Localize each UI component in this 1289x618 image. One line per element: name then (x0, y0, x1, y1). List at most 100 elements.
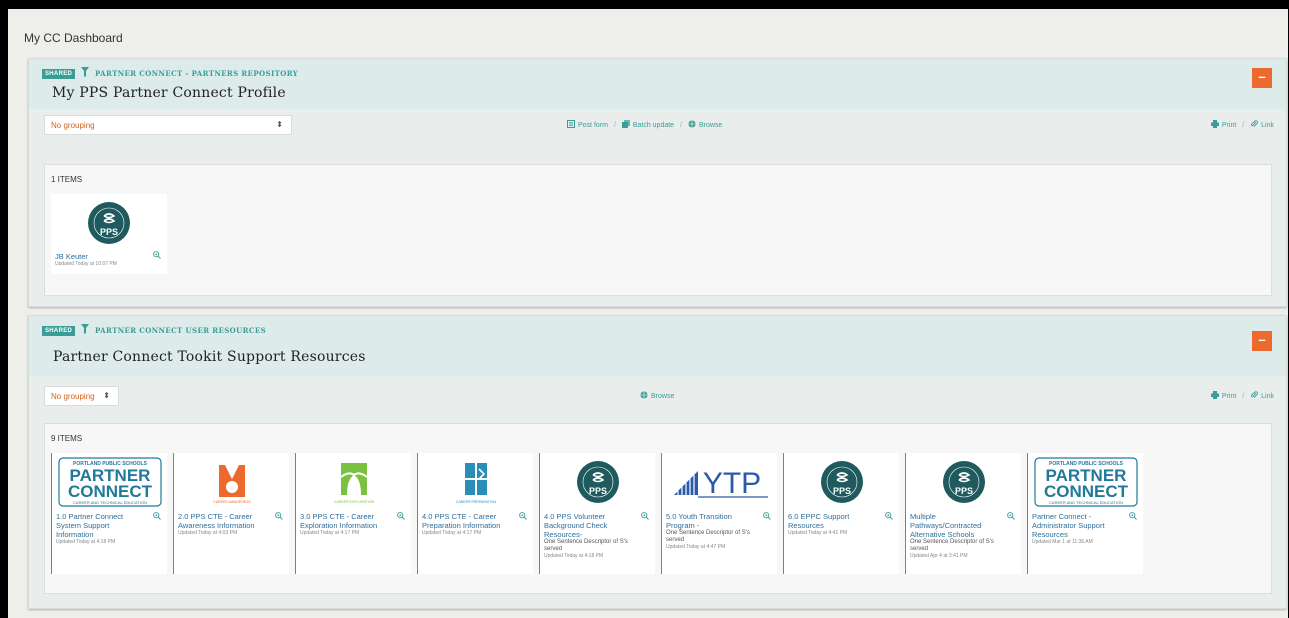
grouping-value: No grouping (51, 392, 95, 401)
svg-text:PPS: PPS (589, 486, 607, 496)
browse-link[interactable]: Browse (640, 391, 674, 400)
item-card[interactable]: CAREER AWARENESS 2.0 PPS CTE - Career Awa… (173, 453, 289, 574)
svg-text:CAREER AND TECHNICAL EDUCATION: CAREER AND TECHNICAL EDUCATION (1049, 500, 1123, 505)
item-card[interactable]: CAREER PREPARATION 4.0 PPS CTE - Career P… (417, 453, 533, 574)
card-updated: Updated Today at 4:41 PM (788, 530, 848, 536)
link-link[interactable]: Link (1250, 391, 1274, 400)
svg-text:CONNECT: CONNECT (1044, 482, 1129, 501)
grouping-select[interactable]: No grouping ⬍ (44, 386, 119, 406)
partner-connect-logo: PORTLAND PUBLIC SCHOOLSPARTNERCONNECTCAR… (1034, 457, 1138, 507)
card-description: One Sentence Descriptor of S's served (666, 530, 750, 543)
items-count: 1 ITEMS (51, 175, 83, 184)
card-image: PPS (57, 198, 161, 248)
filter-icon (81, 67, 89, 77)
panel-user-resources: SHARED PARTNER CONNECT USER RESOURCES Pa… (28, 315, 1287, 609)
card-title[interactable]: 5.0 Youth Transition Program - One Senten… (666, 512, 758, 551)
item-card[interactable]: PPS 6.0 EPPC Support Resources Updated Tod… (783, 453, 899, 574)
item-card[interactable]: PORTLAND PUBLIC SCHOOLS PARTNER CONNECT CAR… (51, 453, 167, 574)
collapse-button[interactable]: – (1252, 331, 1272, 351)
svg-text:YTP: YTP (703, 467, 761, 500)
panel-title: Partner Connect Tookit Support Resources (53, 349, 366, 365)
card-title[interactable]: 6.0 EPPC Support Resources Updated Today … (788, 512, 880, 537)
card-updated: Updated Mar 1 at 11:36 AM (1032, 539, 1093, 545)
select-caret-icon: ⬍ (276, 120, 283, 129)
card-description: One Sentence Descriptor of S's served (910, 539, 994, 552)
items-box: 1 ITEMS PPS JB Keuter Updated Today at 10… (44, 164, 1272, 296)
item-card[interactable]: PPS Multiple Pathways/Contracted Alternat… (905, 453, 1021, 574)
globe-icon (688, 120, 696, 128)
panel-title: My PPS Partner Connect Profile (52, 85, 286, 101)
card-updated: Updated Today at 4:17 PM (300, 530, 360, 536)
pps-seal-logo: PPS (943, 461, 985, 503)
card-image: CAREER PREPARATION (424, 457, 528, 507)
svg-text:CAREER PREPARATION: CAREER PREPARATION (456, 500, 497, 504)
grouping-value: No grouping (51, 121, 95, 130)
zoom-icon[interactable] (153, 512, 161, 520)
card-updated: Updated Today at 4:18 PM (544, 553, 604, 559)
card-updated: Updated Today at 4:17 PM (422, 530, 482, 536)
item-card[interactable]: PPS JB Keuter Updated Today at 10:07 PM (51, 194, 167, 274)
card-title[interactable]: Multiple Pathways/Contracted Alternative… (910, 512, 1002, 560)
shared-badge: SHARED (42, 69, 76, 79)
stack-icon (621, 120, 630, 128)
partner-connect-logo: PORTLAND PUBLIC SCHOOLSPARTNERCONNECTCAR… (58, 457, 162, 507)
card-image: PPS (546, 457, 650, 507)
svg-text:CAREER AWARENESS: CAREER AWARENESS (213, 500, 251, 504)
zoom-icon[interactable] (763, 512, 771, 520)
card-updated: Updated Today at 4:03 PM (178, 530, 238, 536)
print-link[interactable]: Print (1210, 120, 1236, 129)
link-link[interactable]: Link (1250, 120, 1274, 129)
zoom-icon[interactable] (1007, 512, 1015, 520)
zoom-icon[interactable] (1129, 512, 1137, 520)
card-updated: Updated Today at 4:47 PM (666, 544, 726, 550)
card-title[interactable]: 4.0 PPS CTE - Career Preparation Informa… (422, 512, 514, 537)
card-title[interactable]: JB Keuter Updated Today at 10:07 PM (55, 252, 147, 268)
item-card[interactable]: PPS 4.0 PPS Volunteer Background Check Re… (539, 453, 655, 574)
svg-text:CONNECT: CONNECT (68, 482, 153, 501)
zoom-icon[interactable] (519, 512, 527, 520)
items-count: 9 ITEMS (51, 434, 83, 443)
repository-link[interactable]: PARTNER CONNECT USER RESOURCES (95, 326, 266, 335)
card-title[interactable]: 2.0 PPS CTE - Career Awareness Informati… (178, 512, 270, 537)
browse-link[interactable]: Browse (688, 120, 722, 129)
panel-header: SHARED PARTNER CONNECT - PARTNERS REPOSI… (29, 59, 1286, 109)
dashboard-title: My CC Dashboard (24, 31, 123, 45)
pps-seal-logo: PPS (88, 202, 130, 244)
collapse-button[interactable]: – (1252, 68, 1272, 88)
card-description: One Sentence Descriptor of S's served (544, 539, 628, 552)
card-title[interactable]: 4.0 PPS Volunteer Background Check Resou… (544, 512, 636, 560)
card-image: PPS (790, 457, 894, 507)
batch-update-link[interactable]: Batch update (621, 120, 674, 129)
zoom-icon[interactable] (275, 512, 283, 520)
dashboard-frame: My CC Dashboard SHARED PARTNER CONNECT -… (8, 9, 1288, 618)
card-image: YTP (668, 457, 772, 507)
toolbar-right-actions: Print / Link (1210, 391, 1274, 400)
pps-seal-logo: PPS (821, 461, 863, 503)
repository-link[interactable]: PARTNER CONNECT - PARTNERS REPOSITORY (95, 69, 298, 78)
card-title[interactable]: Partner Connect - Administrator Support … (1032, 512, 1124, 546)
item-card[interactable]: CAREER EXPLORATION 3.0 PPS CTE - Career E… (295, 453, 411, 574)
post-form-link[interactable]: Post form (567, 120, 608, 129)
pps-seal-logo: PPS (577, 461, 619, 503)
item-card[interactable]: PORTLAND PUBLIC SCHOOLS PARTNER CONNECT CAR… (1027, 453, 1143, 574)
panel-partner-profile: SHARED PARTNER CONNECT - PARTNERS REPOSI… (28, 58, 1287, 307)
career-exploration-logo: CAREER EXPLORATION (334, 463, 375, 504)
card-title[interactable]: 1.0 Partner Connect System Support Infor… (56, 512, 148, 546)
paperclip-icon (1251, 391, 1259, 398)
zoom-icon[interactable] (397, 512, 405, 520)
shared-badge: SHARED (42, 326, 76, 336)
zoom-icon[interactable] (641, 512, 649, 520)
card-updated: Updated Today at 4:18 PM (56, 539, 116, 545)
card-title[interactable]: 3.0 PPS CTE - Career Exploration Informa… (300, 512, 392, 537)
svg-text:CAREER AND TECHNICAL EDUCATION: CAREER AND TECHNICAL EDUCATION (73, 500, 147, 505)
globe-icon (640, 391, 648, 399)
zoom-icon[interactable] (885, 512, 893, 520)
panel-toolbar: No grouping ⬍ Browse Print / Link (29, 376, 1286, 412)
toolbar-right-actions: Print / Link (1210, 120, 1274, 129)
svg-text:PPS: PPS (833, 486, 851, 496)
zoom-icon[interactable] (153, 251, 161, 259)
item-card[interactable]: YTP 5.0 Youth Transition Program - One Sen… (661, 453, 777, 574)
print-link[interactable]: Print (1210, 391, 1236, 400)
panel-header: SHARED PARTNER CONNECT USER RESOURCES Pa… (29, 316, 1286, 376)
grouping-select[interactable]: No grouping ⬍ (44, 115, 292, 135)
